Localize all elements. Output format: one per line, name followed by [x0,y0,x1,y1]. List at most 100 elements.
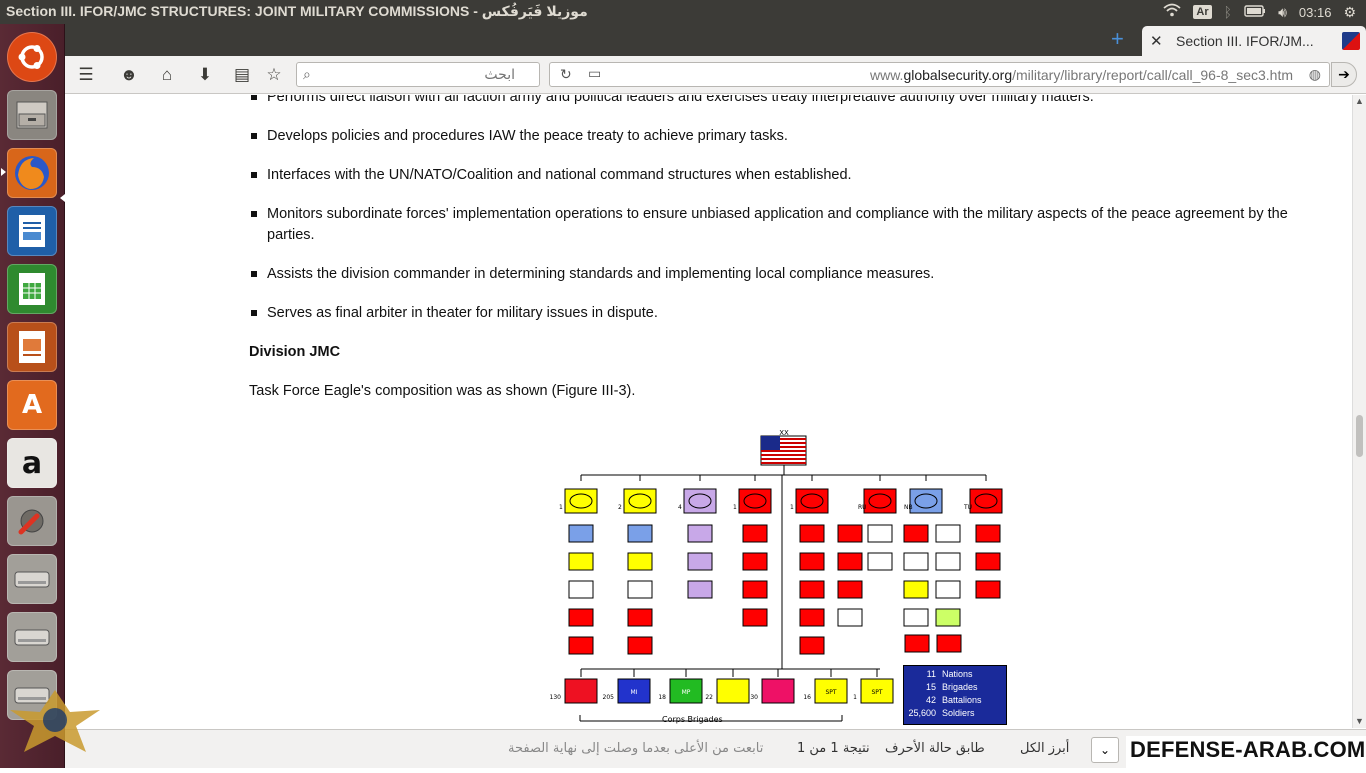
unit-symbol [935,524,961,543]
brigade-label: TU [963,504,972,511]
clipboard-icon[interactable]: ▤ [232,65,252,85]
reader-view-icon[interactable]: ▭ [588,65,601,82]
ubuntu-logo-icon[interactable] [7,32,57,82]
tab-title: Section III. IFOR/JM... [1176,33,1314,49]
brigade-label: 1 [559,504,563,511]
stat-value: 42 [925,695,936,705]
unit-symbol [936,634,962,653]
keyboard-layout-indicator[interactable]: Ar [1193,5,1212,19]
brigade-label: NB [904,504,913,511]
corps-unit-number: 30 [750,694,758,701]
search-input[interactable] [303,67,515,83]
unit-symbol [903,608,929,627]
stat-row: 25,600 Soldiers [908,707,1002,720]
firefox-icon[interactable] [7,148,57,198]
gear-icon[interactable]: ⚙ [1343,0,1356,24]
shopping-bag-icon[interactable]: A [7,380,57,430]
url-bar[interactable]: ↻ ▭ www.globalsecurity.org/military/libr… [549,62,1330,87]
unit-symbol [903,580,929,599]
brigade-label: RU [858,504,867,511]
unit-symbol [568,636,594,655]
unit-symbol [742,580,768,599]
find-options-dropdown[interactable]: ⌄ [1091,737,1119,763]
unit-symbol [568,580,594,599]
corps-unit-number: 205 [603,694,615,701]
corps-unit-symbol [564,678,598,704]
corps-unit-symbol [716,678,750,704]
unit-symbol [799,580,825,599]
vertical-scrollbar[interactable]: ▲ ▼ [1352,95,1366,728]
url-path: /military/library/report/call/call_96-8_… [1012,67,1293,83]
unit-symbol [904,634,930,653]
list-item: Serves as final arbiter in theater for m… [249,303,1309,324]
unit-symbol [867,552,893,571]
unit-symbol [627,580,653,599]
unit-symbol [799,636,825,655]
match-case-checkbox[interactable]: طابق حالة الأحرف [885,741,985,756]
unit-symbol [975,552,1001,571]
spreadsheet-icon[interactable] [7,264,57,314]
corps-unit-number: 130 [550,694,561,701]
corps-unit-number: 1 [853,694,857,701]
stat-label: Soldiers [942,708,975,718]
unit-symbol [627,524,653,543]
search-field[interactable]: ⌕ [296,62,540,87]
unit-symbol [627,608,653,627]
page-content: Performs direct liaison with all faction… [65,95,1352,728]
launcher: A a [0,24,65,768]
bookmark-star-icon[interactable]: ☆ [264,65,284,85]
highlight-all-checkbox[interactable]: أبرز الكل [1020,741,1069,756]
presentation-icon[interactable] [7,322,57,372]
find-result-count: نتيجة 1 من 1 [797,741,870,756]
brigade-row: 1 2 4 1 1 RU NB TU [559,475,1003,514]
scroll-down-arrow-icon[interactable]: ▼ [1355,716,1364,726]
unit-symbol [742,608,768,627]
bluetooth-icon[interactable]: ᛒ [1224,0,1232,24]
reload-icon[interactable]: ↻ [560,66,572,83]
unit-symbol [935,552,961,571]
amazon-icon[interactable]: a [7,438,57,488]
scroll-up-arrow-icon[interactable]: ▲ [1355,96,1364,106]
unit-symbol [837,552,863,571]
brigade-label: 2 [618,504,622,511]
list-item: Develops policies and procedures IAW the… [249,126,1309,147]
download-icon[interactable]: ⬇ [195,65,215,85]
list-item: Assists the division commander in determ… [249,264,1309,285]
unit-symbol [837,524,863,543]
unit-symbol [687,580,713,599]
wrench-icon[interactable] [7,496,57,546]
clock[interactable]: 03:16 [1299,5,1332,20]
tab-active[interactable]: ✕ Section III. IFOR/JM... [1142,26,1366,56]
arrow-right-icon: ➔ [1338,66,1350,82]
volume-icon[interactable]: 🔊︎ [1278,0,1287,24]
file-cabinet-icon[interactable] [7,90,57,140]
unit-symbol [568,608,594,627]
url-domain: globalsecurity.org [903,67,1013,83]
document-icon[interactable] [7,206,57,256]
org-chart-figure: XX 1 2 4 1 1 RU NB TU 130 MI 205 MP 18 22 30 SPT 16 SPT 1… [550,429,1010,727]
site-watermark: DEFENSE-ARAB.COM [1126,736,1366,768]
close-icon[interactable]: ✕ [1150,32,1163,50]
favicon-icon [1342,32,1360,50]
search-icon: ⌕ [303,66,311,82]
url-text[interactable]: www.globalsecurity.org/military/library/… [870,67,1293,83]
unit-symbol [687,524,713,543]
brigade-label: 1 [733,504,737,511]
menu-icon[interactable]: ☰ [76,65,96,85]
window-title: Section III. IFOR/JMC STRUCTURES: JOINT … [6,3,588,19]
figure-intro-paragraph: Task Force Eagle's composition was as sh… [249,383,636,399]
corps-unit-abbr: SPT [871,689,882,696]
new-tab-button[interactable]: + [1111,28,1124,50]
wifi-icon[interactable] [1163,0,1182,24]
home-icon[interactable]: ⌂ [157,65,177,85]
go-button[interactable]: ➔ [1331,62,1357,87]
battery-icon[interactable] [1244,0,1266,24]
globe-icon: ◍ [1308,66,1321,82]
scrollbar-thumb[interactable] [1356,415,1363,457]
hard-drive-icon[interactable] [7,554,57,604]
unit-symbol [935,608,961,627]
unit-symbol [627,552,653,571]
hard-drive-icon[interactable] [7,612,57,662]
stat-label: Brigades [942,682,978,692]
chat-icon[interactable]: ☻ [119,65,139,85]
